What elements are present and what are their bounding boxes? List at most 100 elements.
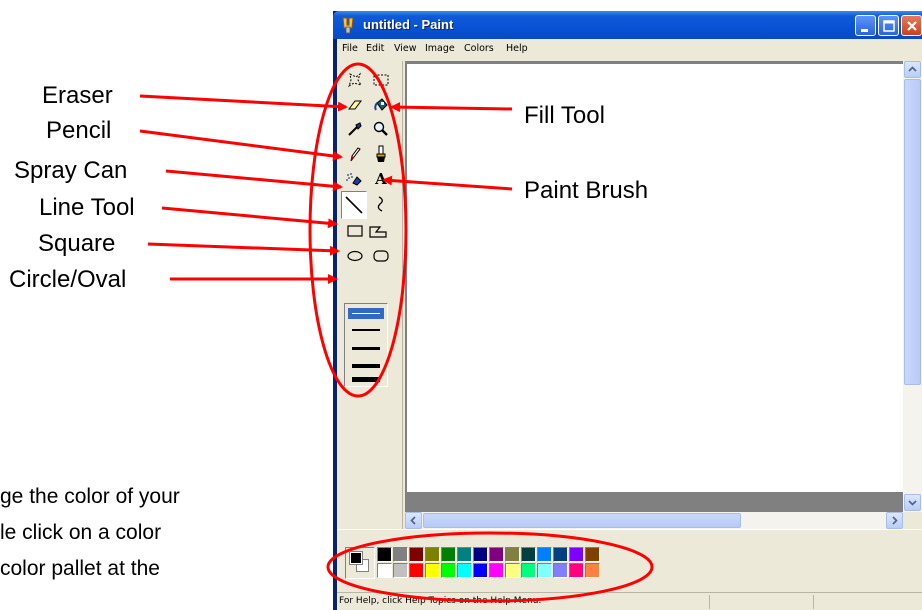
- select-icon: [373, 74, 389, 86]
- eraser-icon: [348, 100, 362, 110]
- palette-swatch[interactable]: [585, 563, 600, 578]
- palette-swatch[interactable]: [409, 547, 424, 562]
- canvas-area: [405, 61, 922, 512]
- paint-brush-icon: [376, 145, 386, 162]
- pick-color-tool[interactable]: [343, 117, 367, 141]
- line-width-4[interactable]: [352, 364, 380, 368]
- curve-icon: [377, 196, 383, 212]
- drawing-canvas[interactable]: [407, 64, 904, 492]
- menu-colors[interactable]: Colors: [464, 43, 494, 54]
- free-form-select-tool[interactable]: [343, 68, 367, 92]
- palette-swatch[interactable]: [473, 563, 488, 578]
- palette-swatch[interactable]: [521, 563, 536, 578]
- toolbox: A: [337, 61, 403, 549]
- free-form-select-icon: [348, 72, 363, 88]
- foreground-color: [349, 551, 363, 565]
- palette-swatch[interactable]: [457, 563, 472, 578]
- title-bar[interactable]: untitled - Paint: [333, 11, 922, 39]
- palette-swatch[interactable]: [441, 547, 456, 562]
- chevron-down-icon: [908, 500, 917, 506]
- pencil-icon: [350, 147, 361, 162]
- menu-image[interactable]: Image: [425, 43, 455, 54]
- status-bar: For Help, click Help Topics on the Help …: [337, 592, 922, 610]
- line-width-2[interactable]: [352, 329, 380, 331]
- palette-swatch[interactable]: [537, 563, 552, 578]
- arrow-line-tool: [161, 206, 338, 229]
- close-icon: [907, 21, 917, 31]
- callout-pencil: Pencil: [46, 117, 112, 144]
- note-line-3: color pallet at the: [0, 557, 160, 580]
- curve-tool[interactable]: [369, 192, 393, 216]
- scroll-left-button[interactable]: [405, 512, 422, 529]
- palette-swatch[interactable]: [505, 563, 520, 578]
- line-width-1[interactable]: [348, 308, 384, 319]
- palette-swatch[interactable]: [569, 563, 584, 578]
- polygon-icon: [369, 226, 387, 238]
- palette-swatch[interactable]: [553, 547, 568, 562]
- maximize-button[interactable]: [878, 15, 899, 36]
- palette-swatch[interactable]: [521, 547, 536, 562]
- rectangle-tool[interactable]: [343, 219, 367, 243]
- text-tool-icon: A: [375, 170, 387, 188]
- palette-swatch[interactable]: [425, 563, 440, 578]
- paint-app-icon: [342, 17, 354, 34]
- vertical-scrollbar[interactable]: [903, 61, 922, 512]
- vertical-scroll-thumb[interactable]: [904, 79, 921, 385]
- menu-view[interactable]: View: [394, 43, 417, 54]
- line-width-3[interactable]: [352, 347, 380, 350]
- horizontal-scroll-thumb[interactable]: [423, 513, 741, 528]
- polygon-tool[interactable]: [367, 219, 391, 243]
- palette-swatch[interactable]: [393, 563, 408, 578]
- palette-swatch[interactable]: [377, 547, 392, 562]
- scroll-right-button[interactable]: [886, 512, 903, 529]
- callout-square: Square: [38, 230, 116, 257]
- callout-line-tool: Line Tool: [39, 194, 135, 221]
- palette-swatch[interactable]: [409, 563, 424, 578]
- arrow-spray-can: [165, 169, 343, 192]
- rounded-rectangle-icon: [373, 250, 389, 262]
- fill-tool[interactable]: [369, 93, 393, 117]
- select-tool[interactable]: [369, 68, 393, 92]
- eraser-tool[interactable]: [343, 93, 367, 117]
- palette-swatch[interactable]: [457, 547, 472, 562]
- callout-fill-tool: Fill Tool: [524, 102, 605, 129]
- callout-spray-can: Spray Can: [14, 157, 128, 184]
- arrow-eraser: [139, 94, 348, 112]
- close-button[interactable]: [901, 15, 922, 36]
- airbrush-tool[interactable]: [343, 167, 367, 191]
- palette-swatch[interactable]: [473, 547, 488, 562]
- palette-swatch[interactable]: [553, 563, 568, 578]
- magnifier-tool[interactable]: [369, 117, 393, 141]
- palette-swatch[interactable]: [537, 547, 552, 562]
- menu-edit[interactable]: Edit: [366, 43, 384, 54]
- palette-swatch[interactable]: [441, 563, 456, 578]
- line-tool[interactable]: [341, 191, 367, 219]
- text-tool[interactable]: A: [369, 167, 393, 191]
- palette-swatch[interactable]: [377, 563, 392, 578]
- chevron-up-icon: [908, 66, 917, 72]
- palette-swatch[interactable]: [489, 563, 504, 578]
- paint-window: untitled - Paint File Edit View Image Co…: [333, 11, 922, 610]
- palette-swatch[interactable]: [489, 547, 504, 562]
- minimize-button[interactable]: [855, 15, 876, 36]
- brush-tool[interactable]: [369, 142, 393, 166]
- scroll-up-button[interactable]: [904, 61, 921, 78]
- scroll-down-button[interactable]: [904, 494, 921, 511]
- horizontal-scrollbar[interactable]: [405, 512, 903, 529]
- line-width-5[interactable]: [352, 377, 380, 382]
- fill-bucket-icon: [374, 98, 388, 111]
- palette-swatch[interactable]: [393, 547, 408, 562]
- callout-circle-oval: Circle/Oval: [9, 266, 127, 293]
- status-separator: [709, 595, 710, 609]
- palette-swatch[interactable]: [585, 547, 600, 562]
- menu-help[interactable]: Help: [506, 43, 528, 54]
- ellipse-tool[interactable]: [343, 244, 367, 268]
- rounded-rectangle-tool[interactable]: [369, 244, 393, 268]
- palette-swatch[interactable]: [569, 547, 584, 562]
- palette-swatch[interactable]: [505, 547, 520, 562]
- menu-file[interactable]: File: [342, 43, 358, 54]
- palette-swatch[interactable]: [425, 547, 440, 562]
- pencil-tool[interactable]: [343, 142, 367, 166]
- status-text: For Help, click Help Topics on the Help …: [339, 596, 542, 606]
- arrow-pencil: [139, 129, 343, 161]
